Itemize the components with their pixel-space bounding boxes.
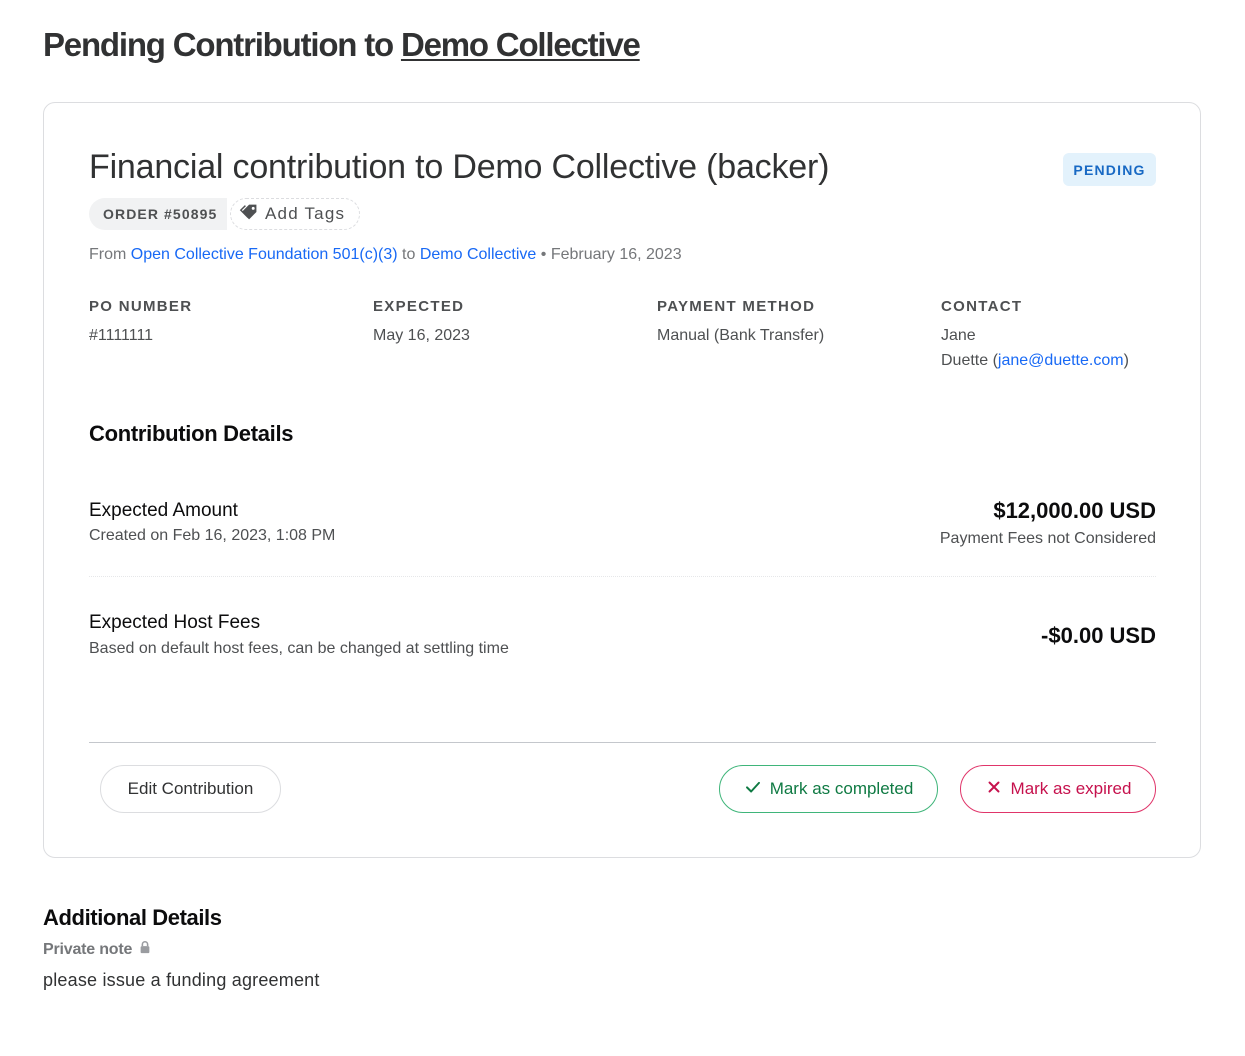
to-account-link[interactable]: Demo Collective bbox=[420, 246, 536, 263]
close-icon bbox=[985, 778, 1003, 801]
private-note-text: please issue a funding agreement bbox=[43, 970, 320, 990]
edit-contribution-label: Edit Contribution bbox=[127, 779, 254, 798]
expected-amount-value: $12,000.00 USD bbox=[993, 498, 1156, 523]
page-title: Pending Contribution to Demo Collective bbox=[43, 26, 641, 64]
status-badge: PENDING bbox=[1063, 153, 1156, 186]
additional-details-title: Additional Details bbox=[43, 905, 222, 930]
actions-divider bbox=[89, 742, 1156, 743]
check-icon bbox=[744, 778, 762, 801]
mark-expired-label: Mark as expired bbox=[1010, 779, 1132, 798]
contact-line: Duette (jane@duette.com) bbox=[941, 348, 1129, 373]
contact-email-link[interactable]: jane@duette.com bbox=[998, 352, 1124, 369]
mark-expired-button[interactable]: Mark as expired bbox=[960, 765, 1156, 813]
contact-first-name: Jane bbox=[941, 327, 976, 344]
payment-method-field: PAYMENT METHOD Manual (Bank Transfer) bbox=[657, 298, 824, 348]
private-note-label: Private note bbox=[43, 940, 133, 958]
expected-amount-note: Payment Fees not Considered bbox=[939, 530, 1156, 547]
expected-amount-created: Created on Feb 16, 2023, 1:08 PM bbox=[89, 527, 336, 544]
from-account-link[interactable]: Open Collective Foundation 501(c)(3) bbox=[131, 246, 398, 263]
payment-method-label: PAYMENT METHOD bbox=[657, 298, 816, 315]
host-fees-label: Expected Host Fees bbox=[89, 612, 261, 633]
private-note-header: Private note bbox=[43, 940, 152, 959]
to-label: to bbox=[402, 246, 416, 263]
host-fees-value: -$0.00 USD bbox=[1041, 623, 1156, 648]
add-tags-label: Add Tags bbox=[265, 204, 346, 223]
po-number-label: PO NUMBER bbox=[89, 298, 193, 315]
mark-completed-label: Mark as completed bbox=[769, 779, 914, 798]
host-fees-sub: Based on default host fees, can be chang… bbox=[89, 640, 509, 657]
page-title-prefix: Pending Contribution to bbox=[43, 26, 394, 63]
from-label: From bbox=[89, 246, 127, 263]
order-meta: From Open Collective Foundation 501(c)(3… bbox=[89, 246, 682, 264]
mark-completed-button[interactable]: Mark as completed bbox=[719, 765, 938, 813]
edit-contribution-button[interactable]: Edit Contribution bbox=[100, 765, 281, 813]
contact-last-name: Duette ( bbox=[941, 352, 998, 369]
contact-close-paren: ) bbox=[1123, 352, 1129, 369]
contact-label: CONTACT bbox=[941, 298, 1023, 315]
order-id-badge: ORDER #50895 bbox=[89, 198, 228, 230]
collective-link[interactable]: Demo Collective bbox=[401, 26, 641, 63]
expected-label: EXPECTED bbox=[373, 298, 465, 315]
payment-method-value: Manual (Bank Transfer) bbox=[657, 327, 825, 344]
expected-date-field: EXPECTED May 16, 2023 bbox=[373, 298, 470, 348]
expected-amount-label: Expected Amount bbox=[89, 500, 238, 521]
contribution-details-title: Contribution Details bbox=[89, 421, 294, 446]
po-number-value: #1111111 bbox=[89, 327, 154, 344]
add-tags-button[interactable]: Add Tags bbox=[230, 198, 361, 230]
row-divider bbox=[89, 576, 1156, 577]
order-title: Financial contribution to Demo Collectiv… bbox=[89, 148, 830, 186]
contact-field: CONTACT Jane Duette (jane@duette.com) bbox=[941, 298, 1129, 373]
meta-separator: • bbox=[540, 246, 547, 263]
tag-icon bbox=[239, 201, 261, 228]
expected-value: May 16, 2023 bbox=[373, 327, 470, 344]
lock-icon bbox=[138, 940, 152, 959]
po-number-field: PO NUMBER #1111111 bbox=[89, 298, 192, 348]
order-date: February 16, 2023 bbox=[550, 246, 682, 263]
